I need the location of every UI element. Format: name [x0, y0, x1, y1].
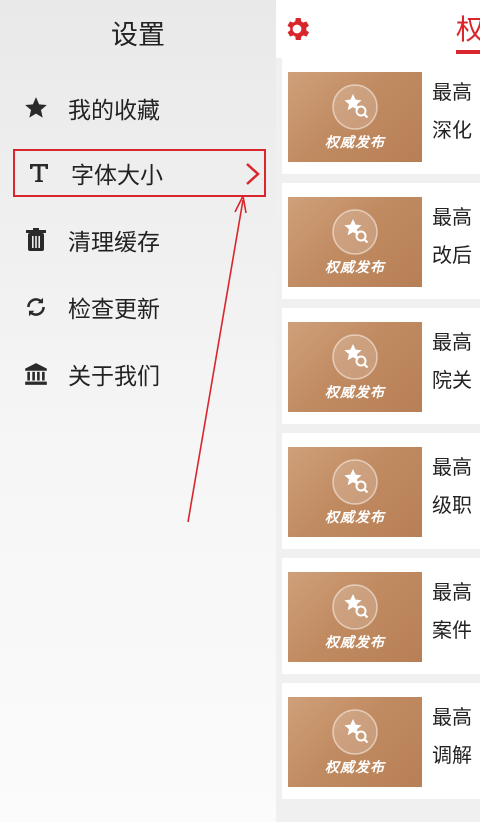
news-title-line: 最高 — [432, 80, 472, 104]
news-thumbnail: 权威发布 — [288, 72, 422, 162]
tab-indicator — [456, 50, 480, 54]
menu-item-check-update[interactable]: 检查更新 — [12, 283, 268, 331]
news-thumbnail: 权威发布 — [288, 697, 422, 787]
news-title-line: 深化 — [432, 118, 472, 142]
badge-text: 权威发布 — [325, 635, 385, 651]
news-title-line: 最高 — [432, 705, 472, 729]
star-search-icon — [332, 584, 378, 630]
menu-item-label: 字体大小 — [71, 163, 163, 189]
news-card[interactable]: 权威发布 最高 级职 — [282, 433, 480, 549]
menu-item-label: 清理缓存 — [68, 230, 160, 256]
menu-item-label: 检查更新 — [68, 297, 160, 323]
news-title-line: 最高 — [432, 580, 472, 604]
news-list-panel: 权 权威发布 最高 深化 权威发布 最高 改后 权威发布 最高 院关 权威发布 … — [276, 0, 480, 822]
badge-text: 权威发布 — [325, 135, 385, 151]
trash-icon — [14, 216, 58, 264]
menu-item-about-us[interactable]: 关于我们 — [12, 350, 268, 398]
news-card[interactable]: 权威发布 最高 深化 — [282, 58, 480, 174]
news-title-line: 最高 — [432, 205, 472, 229]
menu-item-label: 关于我们 — [68, 364, 160, 390]
settings-drawer: 设置 我的收藏 字体大小 清理缓存 检查更新 关于我们 — [0, 0, 276, 822]
gear-icon[interactable] — [282, 14, 312, 48]
news-thumbnail: 权威发布 — [288, 322, 422, 412]
star-search-icon — [332, 334, 378, 380]
refresh-icon — [14, 283, 58, 331]
badge-text: 权威发布 — [325, 385, 385, 401]
menu-item-favorites[interactable]: 我的收藏 — [12, 84, 268, 132]
news-card[interactable]: 权威发布 最高 改后 — [282, 183, 480, 299]
drawer-title: 设置 — [111, 20, 165, 51]
star-search-icon — [332, 709, 378, 755]
top-bar: 权 — [276, 0, 480, 58]
news-title-line: 案件 — [432, 618, 472, 642]
badge-text: 权威发布 — [325, 260, 385, 276]
tab-title[interactable]: 权 — [456, 8, 480, 48]
news-card[interactable]: 权威发布 最高 院关 — [282, 308, 480, 424]
news-card[interactable]: 权威发布 最高 案件 — [282, 558, 480, 674]
star-search-icon — [332, 209, 378, 255]
menu-item-clear-cache[interactable]: 清理缓存 — [12, 216, 268, 264]
badge-text: 权威发布 — [325, 510, 385, 526]
news-title-line: 最高 — [432, 330, 472, 354]
news-title-line: 院关 — [432, 368, 472, 392]
badge-text: 权威发布 — [325, 760, 385, 776]
star-search-icon — [332, 459, 378, 505]
chevron-right-icon — [244, 161, 262, 191]
news-thumbnail: 权威发布 — [288, 447, 422, 537]
news-thumbnail: 权威发布 — [288, 197, 422, 287]
news-card[interactable]: 权威发布 最高 调解 — [282, 683, 480, 799]
news-title-line: 改后 — [432, 243, 472, 267]
news-title-line: 级职 — [432, 493, 472, 517]
menu-item-font-size[interactable]: 字体大小 — [13, 149, 266, 197]
star-search-icon — [332, 84, 378, 130]
font-size-icon — [17, 149, 61, 197]
star-icon — [14, 84, 58, 132]
menu-item-label: 我的收藏 — [68, 98, 160, 124]
news-thumbnail: 权威发布 — [288, 572, 422, 662]
institution-icon — [14, 350, 58, 398]
news-title-line: 调解 — [432, 743, 472, 767]
news-title-line: 最高 — [432, 455, 472, 479]
